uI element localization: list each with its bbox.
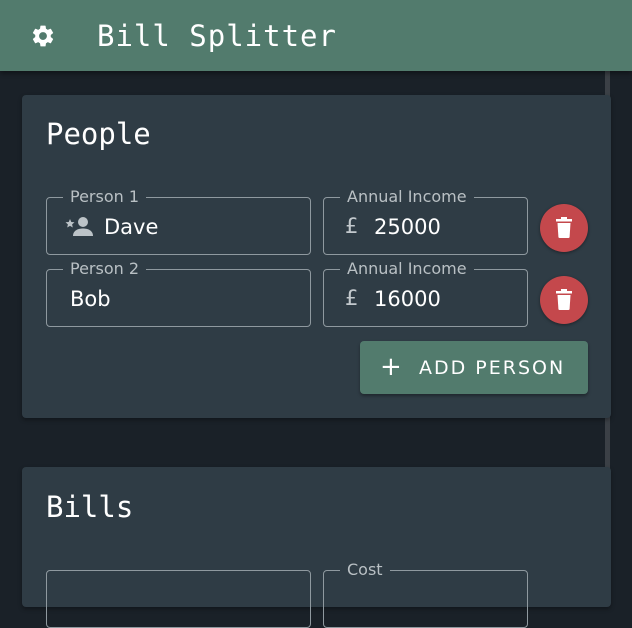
person-2-income: 16000 (374, 287, 441, 311)
person-star-icon (65, 215, 95, 239)
bill-cost-label: Cost (340, 560, 390, 580)
person-2-income-label: Annual Income (340, 259, 474, 279)
add-person-button[interactable]: + ADD PERSON (360, 341, 588, 394)
person-2-label: Person 2 (63, 259, 147, 279)
person-2-income-field[interactable]: Annual Income £ 16000 (323, 259, 528, 327)
plus-icon: + (380, 352, 402, 382)
app-title: Bill Splitter (97, 19, 337, 53)
delete-person-1-button[interactable] (540, 204, 588, 252)
gear-icon[interactable] (30, 23, 56, 49)
currency-prefix: £ (345, 214, 359, 238)
delete-person-2-button[interactable] (540, 276, 588, 324)
person-1-income-label: Annual Income (340, 187, 474, 207)
person-1-name-field[interactable]: Person 1 Dave (46, 187, 311, 255)
bill-cost-field[interactable]: Cost (323, 560, 528, 628)
trash-icon (556, 217, 572, 238)
add-person-label: ADD PERSON (419, 357, 566, 379)
bill-name-field[interactable] (46, 570, 311, 628)
person-1-income: 25000 (374, 215, 441, 239)
person-2-name: Bob (70, 287, 111, 311)
person-2-name-field[interactable]: Person 2 Bob (46, 259, 311, 327)
app-bar: Bill Splitter (0, 0, 632, 71)
person-1-name: Dave (104, 215, 159, 239)
trash-icon (556, 289, 572, 310)
currency-prefix: £ (345, 286, 359, 310)
bills-title: Bills (46, 490, 134, 524)
people-card: People Person 1 Dave Annual Income £ 250… (22, 95, 611, 418)
people-title: People (46, 117, 151, 151)
person-1-label: Person 1 (63, 187, 147, 207)
person-1-income-field[interactable]: Annual Income £ 25000 (323, 187, 528, 255)
bills-card: Bills Cost (22, 467, 611, 628)
